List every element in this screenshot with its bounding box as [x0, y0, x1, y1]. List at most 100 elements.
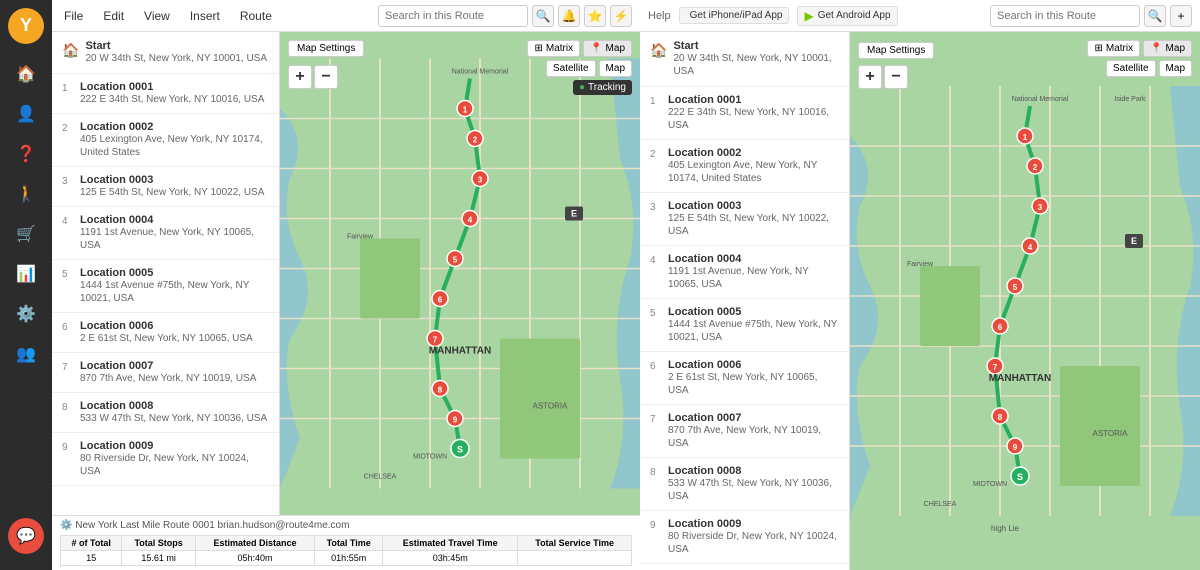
zoom-in-left[interactable]: + — [288, 65, 312, 89]
matrix-toggle-left[interactable]: ⊞ Matrix — [527, 40, 580, 57]
tracking-badge[interactable]: ● Tracking — [573, 80, 632, 95]
location-info: Location 0001 222 E 34th St, New York, N… — [80, 81, 264, 106]
map-toggle-right[interactable]: 📍 Map — [1143, 40, 1192, 57]
list-item[interactable]: 4 Location 0004 1191 1st Avenue, New Yor… — [52, 207, 279, 260]
list-item[interactable]: 3 Location 0003 125 E 54th St, New York,… — [52, 167, 279, 207]
location-num: 4 — [650, 255, 662, 266]
map2-label-right: Map — [1166, 63, 1185, 74]
col-travel-time: Estimated Travel Time — [383, 536, 518, 551]
satellite-toggle-left[interactable]: Satellite — [546, 60, 596, 77]
list-item[interactable]: 8 Location 0008 533 W 47th St, New York,… — [640, 458, 849, 511]
chat-button[interactable]: 💬 — [8, 518, 44, 554]
search-icon[interactable]: 🔍 — [532, 5, 554, 27]
map-controls-left: Map Settings + − — [288, 40, 364, 89]
menu-route[interactable]: Route — [236, 7, 276, 25]
location-name: Location 0003 — [668, 200, 839, 212]
list-item[interactable]: 5 Location 0005 1444 1st Avenue #75th, N… — [52, 260, 279, 313]
location-name: Location 0009 — [668, 518, 839, 530]
svg-text:3: 3 — [1038, 203, 1043, 212]
gear-icon-summary: ⚙️ — [60, 520, 72, 531]
search-input[interactable] — [378, 5, 528, 27]
svg-text:Fairview: Fairview — [347, 234, 374, 241]
route-list-left: 🏠 Start 20 W 34th St, New York, NY 10001… — [52, 32, 280, 515]
list-item[interactable]: 9 Location 0009 80 Riverside Dr, New Yor… — [640, 511, 849, 564]
route-start-right: 🏠 Start 20 W 34th St, New York, NY 10001… — [640, 32, 849, 87]
nav-settings[interactable]: ⚙️ — [8, 296, 44, 332]
matrix-toggle-right[interactable]: ⊞ Matrix — [1087, 40, 1140, 57]
nav-users[interactable]: 👤 — [8, 96, 44, 132]
help-link[interactable]: Help — [648, 10, 671, 22]
home-icon: 🏠 — [62, 42, 79, 59]
location-info: Location 0006 2 E 61st St, New York, NY … — [668, 359, 839, 397]
menu-edit[interactable]: Edit — [99, 7, 128, 25]
nav-help[interactable]: ❓ — [8, 136, 44, 172]
right-search-input[interactable] — [990, 5, 1140, 27]
svg-text:7: 7 — [993, 363, 998, 372]
menu-view[interactable]: View — [140, 7, 174, 25]
zoom-out-left[interactable]: − — [314, 65, 338, 89]
lightning-icon[interactable]: ⚡ — [610, 5, 632, 27]
satellite-toggle-right[interactable]: Satellite — [1106, 60, 1156, 77]
notification-icon[interactable]: 🔔 — [558, 5, 580, 27]
list-item[interactable]: 1 Location 0001 222 E 34th St, New York,… — [640, 87, 849, 140]
map2-toggle-right[interactable]: Map — [1159, 60, 1192, 77]
apple-app-label: Get iPhone/iPad App — [690, 10, 783, 21]
menu-insert[interactable]: Insert — [186, 7, 224, 25]
android-app-btn[interactable]: ▶ Get Android App — [797, 6, 897, 26]
list-item[interactable]: 1 Location 0001 222 E 34th St, New York,… — [52, 74, 279, 114]
search-bar: 🔍 🔔 ⭐ ⚡ — [378, 5, 632, 27]
nav-profile[interactable]: 👥 — [8, 336, 44, 372]
right-panel: Help Get iPhone/iPad App ▶ Get Android A… — [640, 0, 1200, 570]
list-item[interactable]: 7 Location 0007 870 7th Ave, New York, N… — [640, 405, 849, 458]
list-item[interactable]: 9 Location 0009 80 Riverside Dr, New Yor… — [52, 433, 279, 486]
nav-home[interactable]: 🏠 — [8, 56, 44, 92]
star-icon[interactable]: ⭐ — [584, 5, 606, 27]
location-address: 405 Lexington Ave, New York, NY 10174, U… — [668, 159, 839, 185]
svg-text:National Memorial: National Memorial — [1012, 96, 1069, 103]
list-item[interactable]: 6 Location 0006 2 E 61st St, New York, N… — [640, 352, 849, 405]
svg-text:5: 5 — [453, 256, 458, 265]
svg-text:CHELSEA: CHELSEA — [924, 501, 957, 508]
list-item[interactable]: 5 Location 0005 1444 1st Avenue #75th, N… — [640, 299, 849, 352]
apple-app-btn[interactable]: Get iPhone/iPad App — [679, 7, 790, 24]
svg-text:3: 3 — [478, 176, 483, 185]
app-logo[interactable]: Y — [8, 8, 44, 44]
location-info: Location 0009 80 Riverside Dr, New York,… — [80, 440, 269, 478]
list-item[interactable]: 8 Location 0008 533 W 47th St, New York,… — [52, 393, 279, 433]
list-item[interactable]: 2 Location 0002 405 Lexington Ave, New Y… — [640, 140, 849, 193]
map-settings-btn-left[interactable]: Map Settings — [288, 40, 364, 57]
right-topbar: Help Get iPhone/iPad App ▶ Get Android A… — [640, 0, 1200, 32]
map-svg-right: 1 2 3 4 5 6 7 8 9 — [850, 32, 1200, 570]
route-start-left: 🏠 Start 20 W 34th St, New York, NY 10001… — [52, 32, 279, 74]
grid-icon: ⊞ — [534, 43, 542, 54]
nav-reports[interactable]: 📊 — [8, 256, 44, 292]
location-address: 1191 1st Avenue, New York, NY 10065, USA — [668, 265, 839, 291]
list-item[interactable]: 7 Location 0007 870 7th Ave, New York, N… — [52, 353, 279, 393]
list-item[interactable]: 3 Location 0003 125 E 54th St, New York,… — [640, 193, 849, 246]
map-background-left: 1 2 3 4 5 6 7 8 9 — [280, 32, 640, 515]
right-add-icon[interactable]: + — [1170, 5, 1192, 27]
menu-file[interactable]: File — [60, 7, 87, 25]
svg-text:high Lie: high Lie — [991, 524, 1020, 533]
svg-text:6: 6 — [438, 296, 443, 305]
nav-cart[interactable]: 🛒 — [8, 216, 44, 252]
location-address: 80 Riverside Dr, New York, NY 10024, USA — [668, 530, 839, 556]
svg-text:MIDTOWN: MIDTOWN — [413, 454, 447, 461]
val-travel-time: 03h:45m — [383, 551, 518, 566]
location-num: 2 — [650, 149, 662, 160]
zoom-out-right[interactable]: − — [884, 65, 908, 89]
map2-toggle-left[interactable]: Map — [599, 60, 632, 77]
list-item[interactable]: 6 Location 0006 2 E 61st St, New York, N… — [52, 313, 279, 353]
col-service-time: Total Service Time — [518, 536, 632, 551]
svg-text:1: 1 — [463, 106, 468, 115]
location-name: Location 0008 — [80, 400, 267, 412]
location-info: Location 0009 80 Riverside Dr, New York,… — [668, 518, 839, 556]
list-item[interactable]: 2 Location 0002 405 Lexington Ave, New Y… — [52, 114, 279, 167]
map-settings-btn-right[interactable]: Map Settings — [858, 42, 934, 59]
zoom-in-right[interactable]: + — [858, 65, 882, 89]
nav-routes[interactable]: 🚶 — [8, 176, 44, 212]
list-item[interactable]: 4 Location 0004 1191 1st Avenue, New Yor… — [640, 246, 849, 299]
val-total-time: 01h:55m — [315, 551, 383, 566]
map-toggle-left[interactable]: 📍 Map — [583, 40, 632, 57]
right-search-icon[interactable]: 🔍 — [1144, 5, 1166, 27]
